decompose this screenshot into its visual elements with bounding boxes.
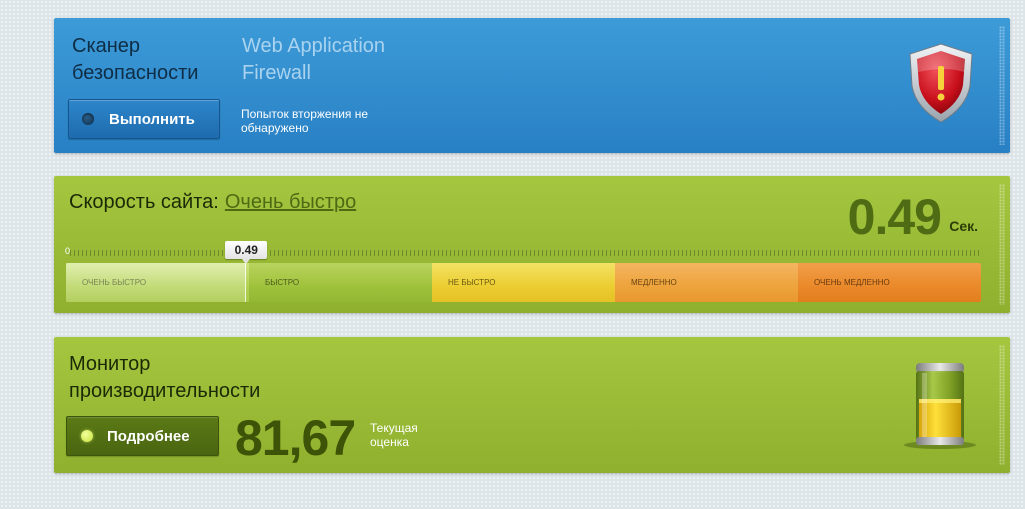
- speed-marker: 0.49: [225, 241, 268, 264]
- shield-alert-icon: [909, 43, 973, 123]
- status-dot-icon: [81, 430, 93, 442]
- details-label: Подробнее: [107, 427, 190, 445]
- performance-monitor-panel: Монитор производительности Подробнее 81,…: [54, 337, 1010, 473]
- scanner-title-line1: Сканер: [72, 35, 141, 57]
- run-scan-label: Выполнить: [109, 110, 195, 128]
- panel-grip[interactable]: [999, 345, 1005, 465]
- performance-score-label: Текущая оценка: [370, 421, 418, 449]
- speed-rating-link[interactable]: Очень быстро: [225, 191, 356, 213]
- scanner-title-line2: безопасности: [72, 62, 199, 84]
- speed-title-label: Скорость сайта:: [69, 191, 219, 213]
- monitor-title: Монитор производительности: [69, 351, 260, 405]
- site-speed-panel: Скорость сайта: Очень быстро 0.49 Сек. 0 …: [54, 176, 1010, 313]
- segment-label: Очень медленно: [814, 277, 890, 287]
- monitor-title-line1: Монитор: [69, 353, 151, 375]
- waf-title: Web Application Firewall: [242, 33, 385, 87]
- segment-label: Не быстро: [448, 277, 496, 287]
- status-dot-icon: [82, 113, 94, 125]
- panel-grip[interactable]: [999, 184, 1005, 305]
- waf-title-line1: Web Application: [242, 35, 386, 57]
- speed-segment-very-fast: Очень быстро: [66, 263, 249, 302]
- speed-segment-slow: Медленно: [615, 263, 798, 302]
- security-scanner-panel: Сканер безопасности Web Application Fire…: [54, 18, 1010, 153]
- speed-scale-ticks: [70, 250, 980, 256]
- segment-label: Быстро: [265, 277, 300, 287]
- details-button[interactable]: Подробнее: [66, 416, 219, 456]
- speed-segment-very-slow: Очень медленно: [798, 263, 981, 302]
- performance-score: 81,67: [235, 410, 356, 466]
- panel-grip[interactable]: [999, 26, 1005, 145]
- speed-value: 0.49: [847, 189, 942, 245]
- speed-scale-bar: Очень быстро Быстро Не быстро Медленно О…: [66, 263, 981, 302]
- run-scan-button[interactable]: Выполнить: [68, 99, 220, 139]
- speed-title: Скорость сайта: Очень быстро: [69, 191, 356, 214]
- segment-label: Медленно: [631, 277, 677, 287]
- speed-unit: Сек.: [949, 218, 978, 234]
- intrusion-status: Попыток вторжения не обнаружено: [241, 107, 369, 135]
- battery-icon: [904, 363, 976, 449]
- monitor-title-line2: производительности: [69, 380, 261, 402]
- speed-segment-fast: Быстро: [249, 263, 432, 302]
- scanner-title: Сканер безопасности: [72, 33, 198, 87]
- segment-label: Очень быстро: [82, 277, 147, 287]
- speed-segment-not-fast: Не быстро: [432, 263, 615, 302]
- waf-title-line2: Firewall: [242, 62, 311, 84]
- speed-scale-start: 0: [65, 246, 71, 256]
